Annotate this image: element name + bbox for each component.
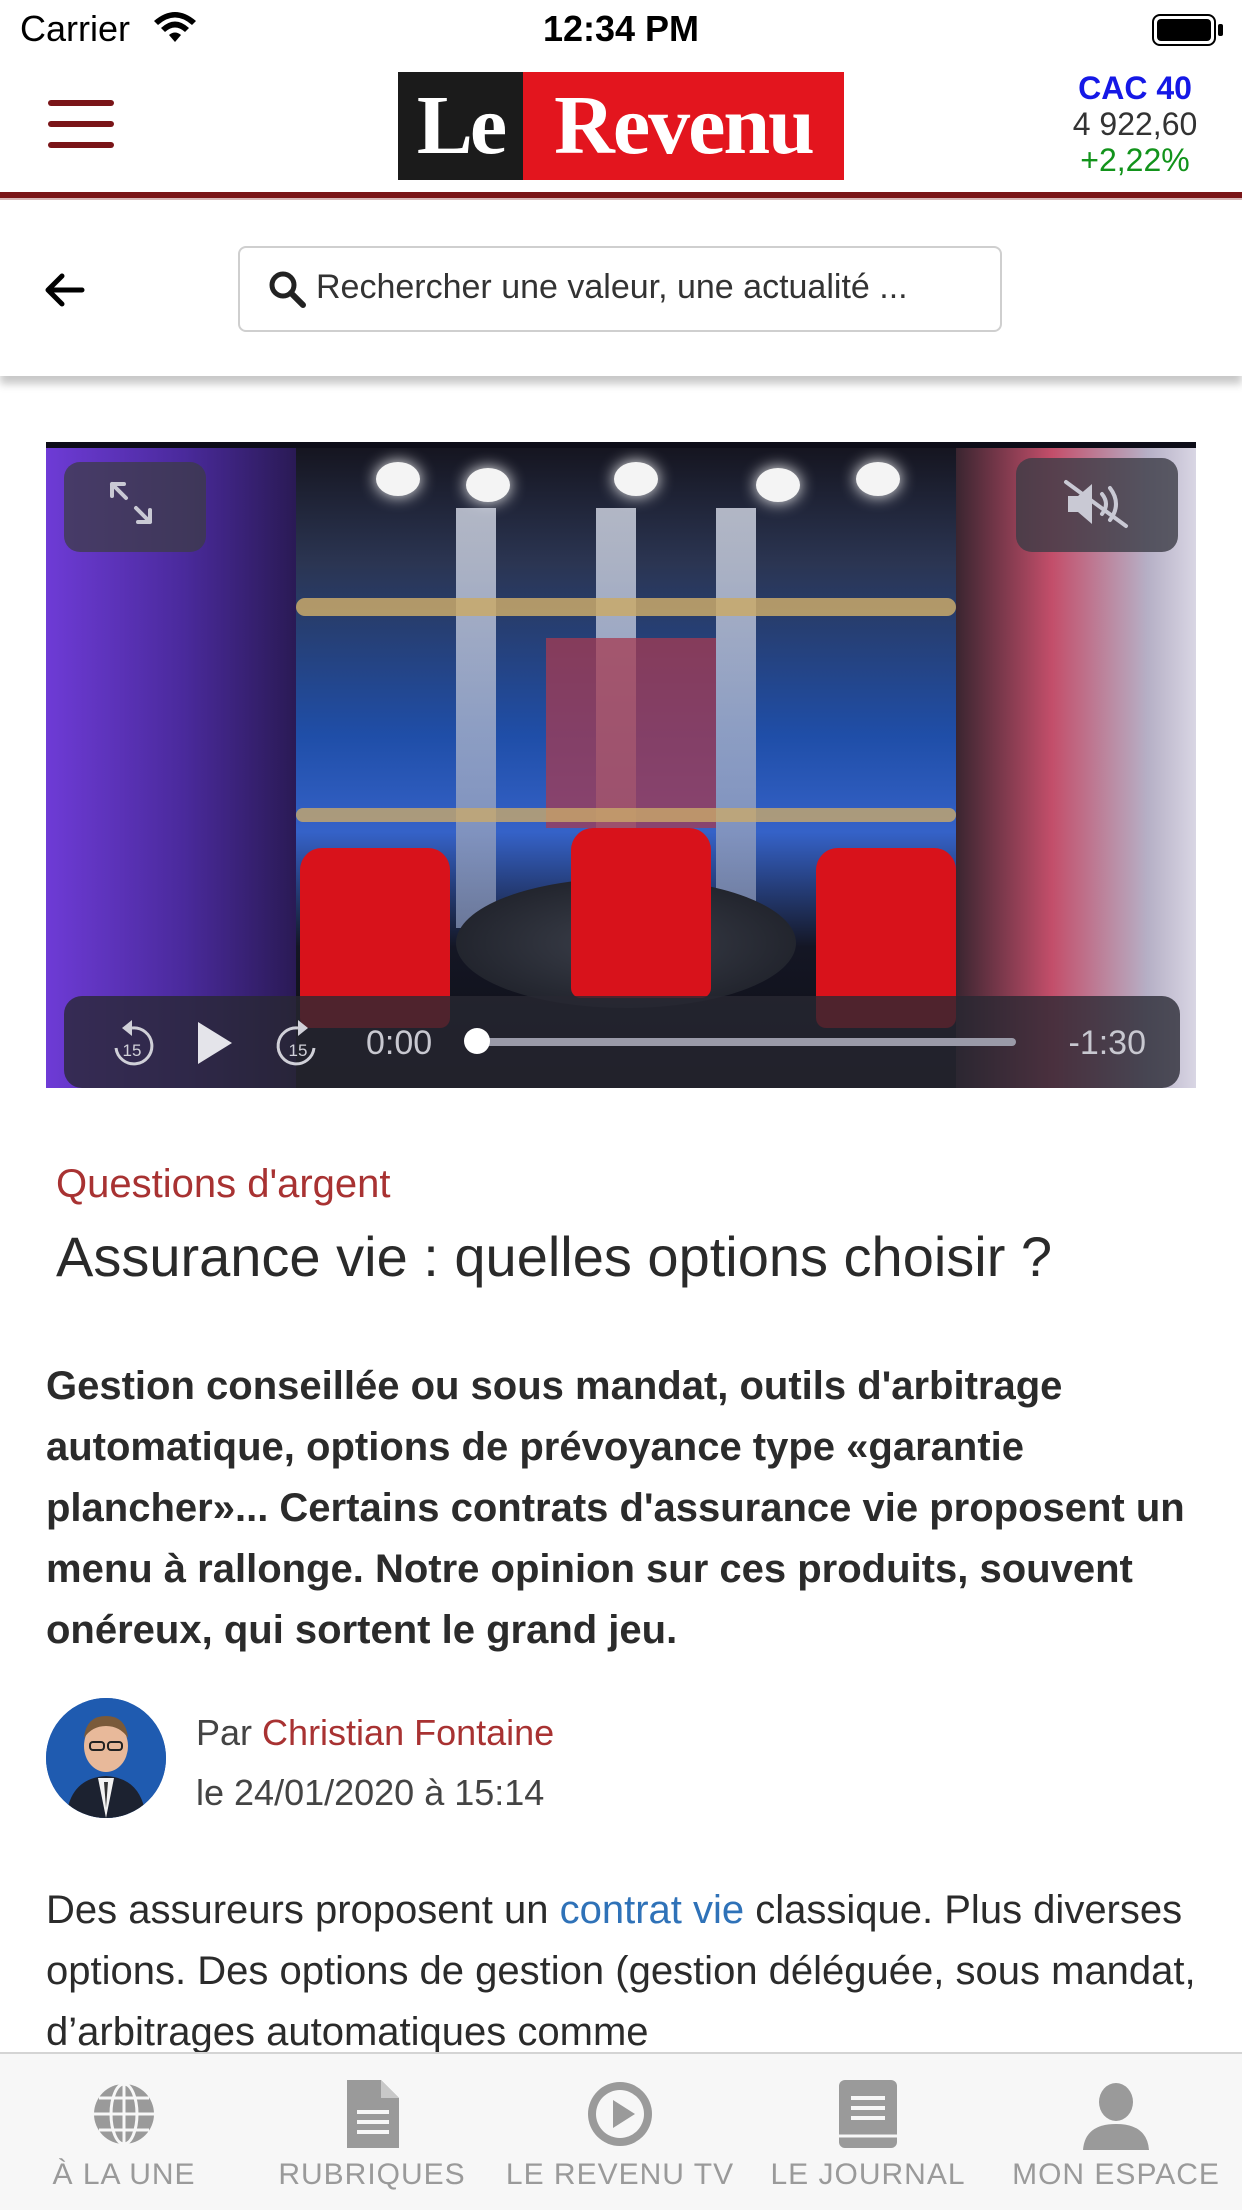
studio-panel (456, 508, 496, 928)
video-current-time: 0:00 (366, 1024, 433, 1062)
video-progress-track[interactable] (476, 1038, 1016, 1046)
tab-label-le-journal: LE JOURNAL (770, 2158, 966, 2191)
video-player[interactable]: 15 15 0:00 -1:30 (46, 442, 1196, 1088)
tab-label-rubriques: RUBRIQUES (278, 2158, 466, 2191)
studio-light (614, 462, 658, 496)
logo-le-text: Le (398, 72, 523, 180)
user-icon (1083, 2083, 1149, 2150)
back-arrow-icon[interactable] (42, 268, 86, 312)
contrat-vie-link[interactable]: contrat vie (560, 1888, 745, 1932)
tab-rubriques[interactable]: RUBRIQUES (248, 2060, 496, 2208)
forward-15-icon[interactable]: 15 (274, 1018, 322, 1070)
forward-15-label: 15 (289, 1041, 308, 1060)
index-change: +2,22% (1080, 142, 1190, 178)
studio-panel (716, 508, 756, 928)
menu-icon[interactable] (48, 100, 114, 150)
studio-screen (546, 638, 716, 828)
studio-light (376, 462, 420, 496)
tab-label-mon-espace: MON ESPACE (1012, 2158, 1220, 2191)
globe-icon (94, 2082, 154, 2146)
index-name[interactable]: CAC 40 (1040, 70, 1230, 107)
expand-icon (110, 482, 152, 524)
video-progress-thumb[interactable] (464, 1028, 490, 1054)
studio-light (466, 468, 510, 502)
rewind-15-label: 15 (123, 1041, 142, 1060)
play-circle-icon (588, 2082, 652, 2146)
article-lead: Gestion conseillée ou sous mandat, outil… (46, 1364, 1185, 1652)
battery-icon (1152, 14, 1223, 46)
video-remaining-time: -1:30 (1068, 1024, 1147, 1062)
video-frame (296, 448, 956, 1088)
play-icon[interactable] (194, 1020, 234, 1066)
rewind-15-icon[interactable]: 15 (108, 1018, 156, 1070)
author-photo (46, 1698, 166, 1818)
header-divider-shadow (0, 198, 1242, 200)
tab-label-a-la-une: À LA UNE (52, 2158, 196, 2191)
author-line: Par Christian Fontaine (196, 1712, 554, 1754)
studio-decor (296, 808, 956, 822)
search-placeholder[interactable]: Rechercher une valeur, une actualité ... (316, 268, 908, 307)
studio-chair (571, 828, 711, 998)
tab-label-le-revenu-tv: LE REVENU TV (505, 2158, 735, 2191)
studio-light (856, 462, 900, 496)
index-value: 4 922,60 (1072, 106, 1198, 142)
logo-revenu-text: Revenu (523, 72, 844, 180)
article-body: Des assureurs proposent un contrat vie c… (46, 1880, 1206, 2063)
article-title: Assurance vie : quelles options choisir … (56, 1225, 1053, 1288)
author-avatar[interactable] (46, 1698, 166, 1818)
body-text-start: Des assureurs proposent un (46, 1888, 560, 1932)
status-time: 12:34 PM (542, 8, 700, 49)
tab-mon-espace[interactable]: MON ESPACE (992, 2060, 1240, 2208)
article-category[interactable]: Questions d'argent (56, 1162, 391, 1207)
author-name-link[interactable]: Christian Fontaine (262, 1712, 554, 1753)
speaker-muted-icon (1064, 480, 1128, 528)
search-icon (269, 271, 306, 308)
book-icon (839, 2080, 897, 2148)
le-revenu-logo[interactable]: Le Revenu (398, 72, 844, 180)
studio-light (756, 468, 800, 502)
author-prefix: Par (196, 1712, 253, 1753)
studio-decor (296, 598, 956, 616)
article-date: le 24/01/2020 à 15:14 (196, 1772, 545, 1813)
tab-le-revenu-tv[interactable]: LE REVENU TV (496, 2060, 744, 2208)
document-icon (347, 2080, 399, 2148)
tab-le-journal[interactable]: LE JOURNAL (744, 2060, 992, 2208)
tab-a-la-une[interactable]: À LA UNE (0, 2060, 248, 2208)
